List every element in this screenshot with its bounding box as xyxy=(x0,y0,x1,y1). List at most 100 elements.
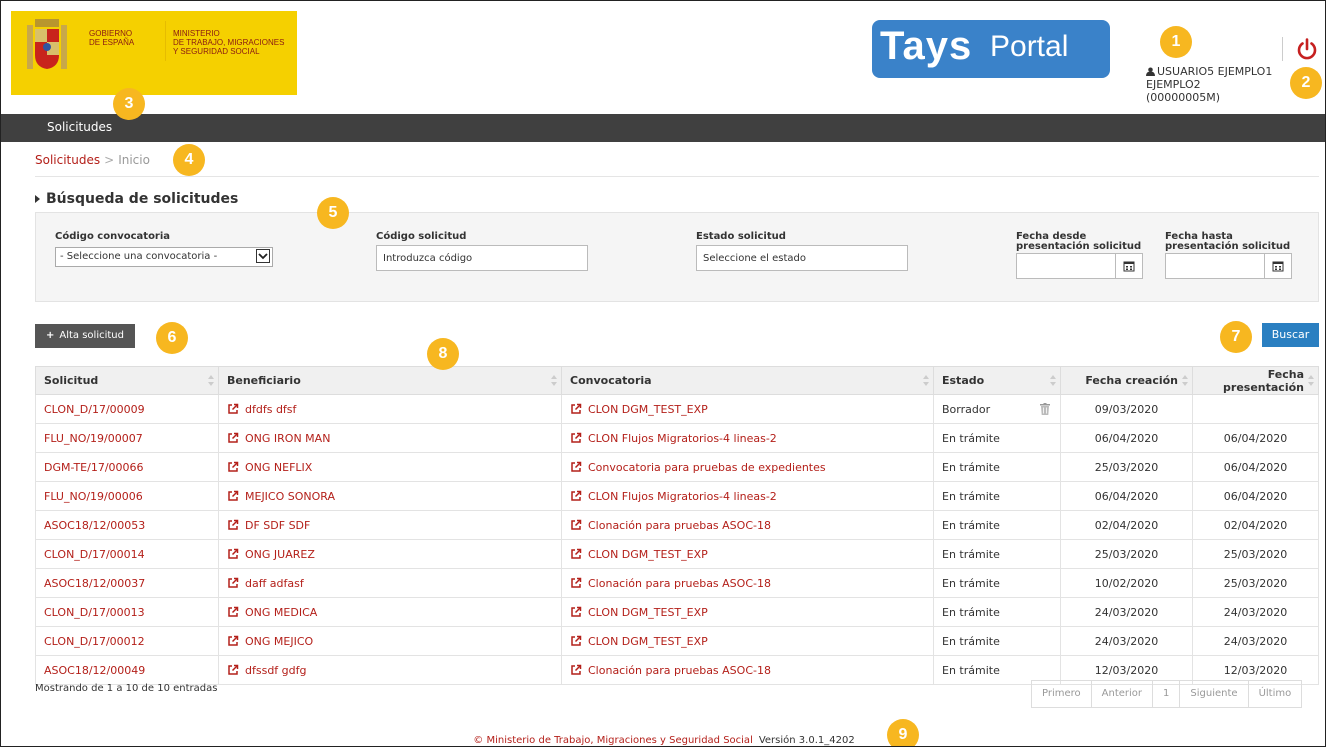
column-header-beneficiario[interactable]: Beneficiario xyxy=(218,366,562,395)
beneficiario-link[interactable]: ONG IRON MAN xyxy=(218,423,562,453)
estado-cell: En trámite xyxy=(933,597,1061,627)
beneficiario-link[interactable]: DF SDF SDF xyxy=(218,510,562,540)
pagination-next[interactable]: Siguiente xyxy=(1180,681,1249,707)
column-header-convocatoria[interactable]: Convocatoria xyxy=(561,366,934,395)
beneficiario-link[interactable]: ONG MEJICO xyxy=(218,626,562,656)
search-section-title: Búsqueda de solicitudes xyxy=(46,191,239,207)
convocatoria-select[interactable]: - Seleccione una convocatoria - xyxy=(55,247,273,267)
fecha-desde-label: Fecha desde presentación solicitud xyxy=(1016,231,1142,252)
user-name: USUARIO5 EJEMPLO1 EJEMPLO2 xyxy=(1146,65,1273,91)
column-header-solicitud[interactable]: Solicitud xyxy=(35,366,219,395)
breadcrumb-solicitudes[interactable]: Solicitudes xyxy=(35,153,100,167)
solicitud-code-link[interactable]: CLON_D/17/00012 xyxy=(35,626,219,656)
solicitud-code-link[interactable]: CLON_D/17/00009 xyxy=(35,394,219,424)
convocatoria-link[interactable]: Clonación para pruebas ASOC-18 xyxy=(561,510,934,540)
table-row[interactable]: CLON_D/17/00009 dfdfs dfsf CLON DGM_TEST_E… xyxy=(35,394,1319,424)
external-link-icon xyxy=(228,548,239,559)
table-row[interactable]: ASOC18/12/00053 DF SDF SDF Clonación para … xyxy=(35,510,1319,540)
fecha-hasta-calendar-button[interactable] xyxy=(1264,253,1292,279)
pagination: Primero Anterior 1 Siguiente Último xyxy=(1031,680,1303,708)
beneficiario-link[interactable]: ONG NEFLIX xyxy=(218,452,562,482)
search-section-toggle[interactable]: Búsqueda de solicitudes xyxy=(35,191,238,207)
sort-icon xyxy=(1182,375,1188,387)
solicitud-code-input[interactable] xyxy=(376,245,588,271)
app-frame: GOBIERNO DE ESPAÑA MINISTERIO DE TRABAJO… xyxy=(0,0,1326,747)
solicitud-code-link[interactable]: ASOC18/12/00053 xyxy=(35,510,219,540)
fecha-creacion-cell: 06/04/2020 xyxy=(1060,481,1193,511)
convocatoria-link[interactable]: CLON DGM_TEST_EXP xyxy=(561,539,934,569)
external-link-icon xyxy=(571,432,582,443)
alta-solicitud-button[interactable]: + Alta solicitud xyxy=(35,324,135,348)
calendar-icon xyxy=(1123,261,1135,272)
pagination-last[interactable]: Último xyxy=(1249,681,1302,707)
fecha-creacion-cell: 25/03/2020 xyxy=(1060,452,1193,482)
table-row[interactable]: DGM-TE/17/00066 ONG NEFLIX Convocatoria pa… xyxy=(35,452,1319,482)
beneficiario-link[interactable]: dfdfs dfsf xyxy=(218,394,562,424)
callout-1: 1 xyxy=(1160,26,1192,58)
fecha-hasta-input[interactable] xyxy=(1165,253,1265,279)
solicitud-code-link[interactable]: CLON_D/17/00013 xyxy=(35,597,219,627)
table-row[interactable]: FLU_NO/19/00006 MEJICO SONORA CLON Flujos … xyxy=(35,481,1319,511)
convocatoria-link[interactable]: CLON DGM_TEST_EXP xyxy=(561,626,934,656)
pagination-first[interactable]: Primero xyxy=(1032,681,1092,707)
solicitud-code-link[interactable]: FLU_NO/19/00007 xyxy=(35,423,219,453)
beneficiario-link[interactable]: ONG MEDICA xyxy=(218,597,562,627)
convocatoria-link[interactable]: CLON Flujos Migratorios-4 lineas-2 xyxy=(561,481,934,511)
estado-select-input[interactable] xyxy=(696,245,908,271)
pagination-prev[interactable]: Anterior xyxy=(1092,681,1154,707)
convocatoria-link[interactable]: Clonación para pruebas ASOC-18 xyxy=(561,568,934,598)
power-logout-icon[interactable] xyxy=(1295,37,1319,61)
user-icon xyxy=(1146,67,1155,76)
callout-2: 2 xyxy=(1290,67,1322,99)
column-header-fecha-creacion[interactable]: Fecha creación xyxy=(1060,366,1193,395)
column-header-fecha-presentacion[interactable]: Fecha presentación xyxy=(1192,366,1319,395)
solicitud-code-link[interactable]: CLON_D/17/00014 xyxy=(35,539,219,569)
table-row[interactable]: CLON_D/17/00012 ONG MEJICO CLON DGM_TEST_E… xyxy=(35,626,1319,656)
external-link-icon xyxy=(228,664,239,675)
beneficiario-link[interactable]: ONG JUAREZ xyxy=(218,539,562,569)
estado-cell: En trámite xyxy=(933,539,1061,569)
callout-6: 6 xyxy=(156,322,188,354)
external-link-icon xyxy=(228,432,239,443)
solicitud-code-link[interactable]: ASOC18/12/00037 xyxy=(35,568,219,598)
fecha-desde-input[interactable] xyxy=(1016,253,1116,279)
convocatoria-link[interactable]: Convocatoria para pruebas de expedientes xyxy=(561,452,934,482)
convocatoria-link[interactable]: Clonación para pruebas ASOC-18 xyxy=(561,655,934,685)
header-divider xyxy=(1282,37,1283,61)
table-row[interactable]: CLON_D/17/00013 ONG MEDICA CLON DGM_TEST_E… xyxy=(35,597,1319,627)
beneficiario-link[interactable]: daff adfasf xyxy=(218,568,562,598)
external-link-icon xyxy=(571,635,582,646)
buscar-button[interactable]: Buscar xyxy=(1262,323,1319,347)
table-row[interactable]: CLON_D/17/00014 ONG JUAREZ CLON DGM_TEST_E… xyxy=(35,539,1319,569)
solicitud-code-link[interactable]: ASOC18/12/00049 xyxy=(35,655,219,685)
fecha-presentacion-cell: 06/04/2020 xyxy=(1192,452,1319,482)
plus-icon: + xyxy=(45,330,55,341)
fecha-creacion-cell: 06/04/2020 xyxy=(1060,423,1193,453)
table-row[interactable]: FLU_NO/19/00007 ONG IRON MAN CLON Flujos M… xyxy=(35,423,1319,453)
pagination-page[interactable]: 1 xyxy=(1153,681,1181,707)
external-link-icon xyxy=(571,461,582,472)
fecha-presentacion-cell: 06/04/2020 xyxy=(1192,423,1319,453)
fecha-presentacion-cell: 24/03/2020 xyxy=(1192,597,1319,627)
fecha-desde-calendar-button[interactable] xyxy=(1115,253,1143,279)
table-body: CLON_D/17/00009 dfdfs dfsf CLON DGM_TEST_E… xyxy=(35,394,1319,685)
nav-item-solicitudes[interactable]: Solicitudes xyxy=(47,120,112,134)
fecha-creacion-cell: 09/03/2020 xyxy=(1060,394,1193,424)
breadcrumb: Solicitudes > Inicio xyxy=(35,153,150,167)
convocatoria-link[interactable]: CLON DGM_TEST_EXP xyxy=(561,597,934,627)
convocatoria-link[interactable]: CLON DGM_TEST_EXP xyxy=(561,394,934,424)
estado-cell: En trámite xyxy=(933,568,1061,598)
sort-icon xyxy=(1308,375,1314,387)
solicitud-code-link[interactable]: DGM-TE/17/00066 xyxy=(35,452,219,482)
table-row[interactable]: ASOC18/12/00037 daff adfasf Clonación para… xyxy=(35,568,1319,598)
brand-bold: Tays xyxy=(880,24,973,68)
beneficiario-link[interactable]: MEJICO SONORA xyxy=(218,481,562,511)
callout-8: 8 xyxy=(427,338,459,370)
external-link-icon xyxy=(228,635,239,646)
beneficiario-link[interactable]: dfssdf gdfg xyxy=(218,655,562,685)
convocatoria-link[interactable]: CLON Flujos Migratorios-4 lineas-2 xyxy=(561,423,934,453)
column-header-estado[interactable]: Estado xyxy=(933,366,1061,395)
external-link-icon xyxy=(228,519,239,530)
solicitud-code-link[interactable]: FLU_NO/19/00006 xyxy=(35,481,219,511)
trash-icon[interactable] xyxy=(1040,403,1050,415)
